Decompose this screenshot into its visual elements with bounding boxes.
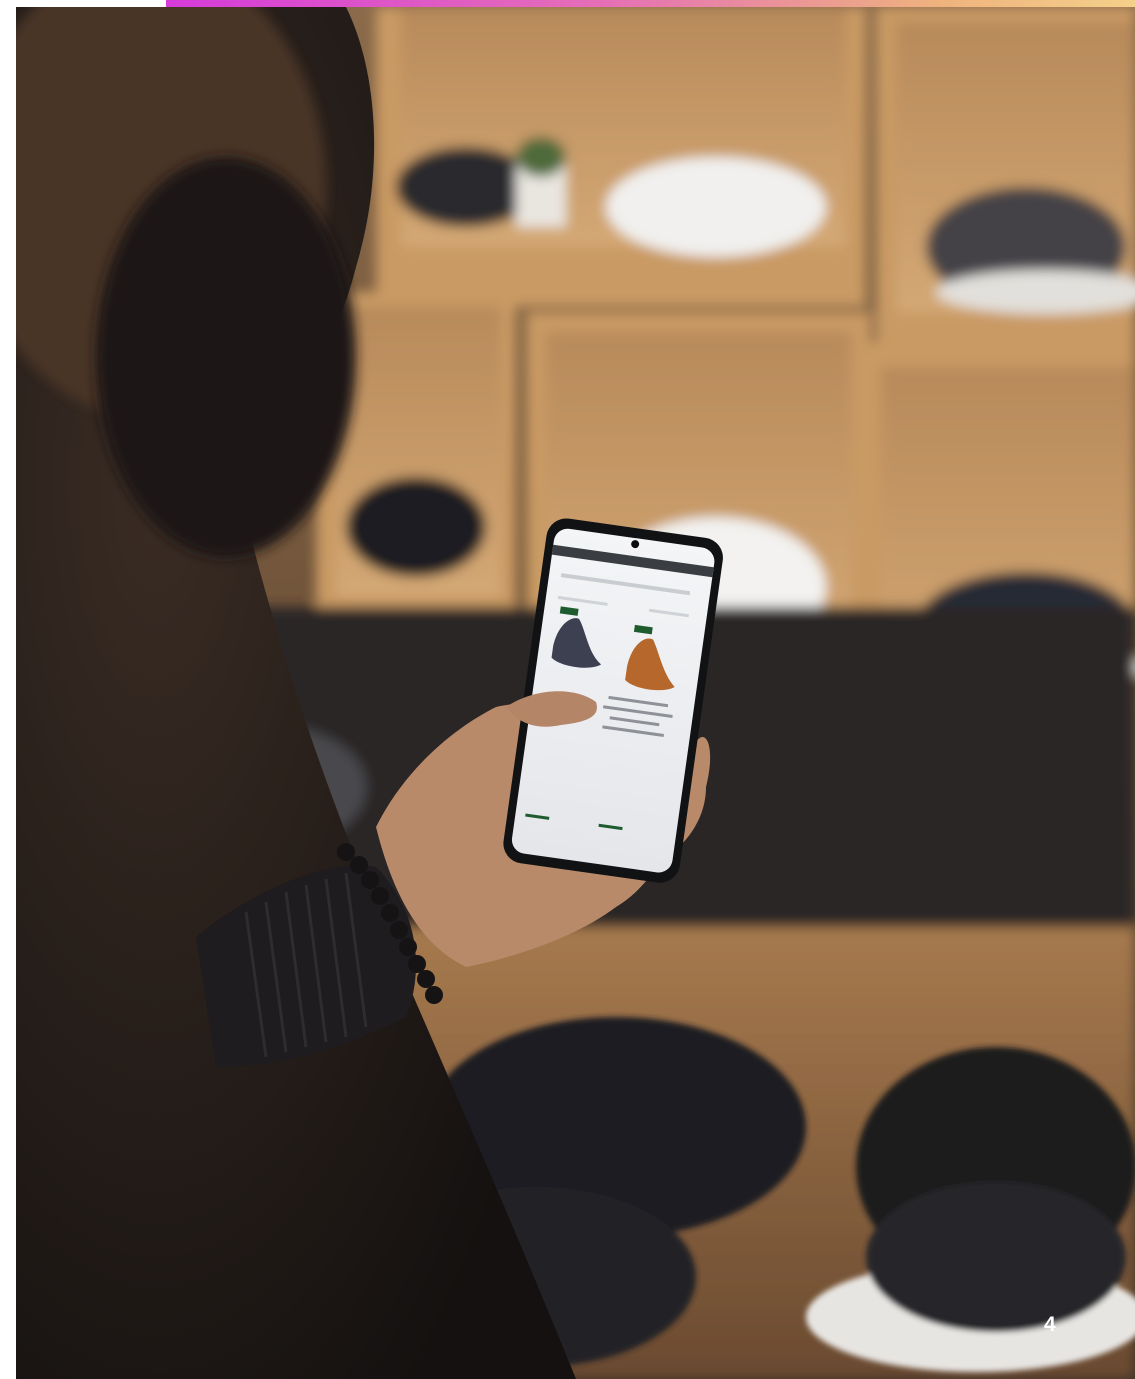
shoe-store-photo xyxy=(16,7,1135,1379)
page-number: 4 xyxy=(1044,1313,1056,1336)
slide-page: 4 xyxy=(0,0,1135,1379)
accent-gradient-bar xyxy=(166,0,1135,7)
